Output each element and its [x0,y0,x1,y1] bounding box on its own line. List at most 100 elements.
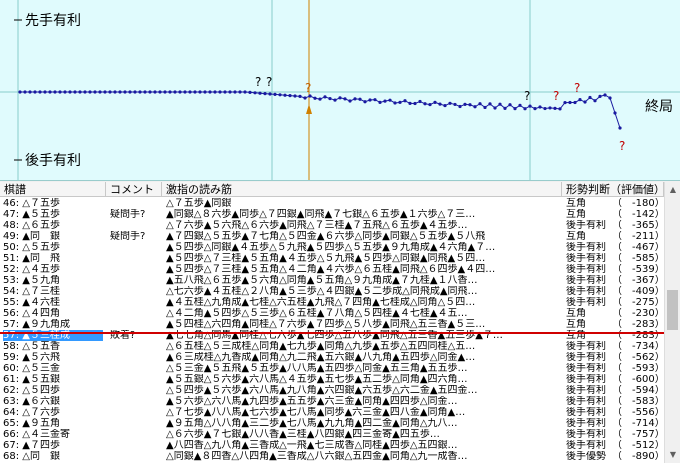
evaluation-graph[interactable]: ??????? 先手有利 後手有利 終局 [0,0,680,181]
evaluation-point [43,90,47,94]
row-pv: △同銀▲８四香△八四角▲三香成△八六銀△五四金▲同角△九一成香… [166,451,468,462]
scroll-up-icon[interactable]: ▲ [665,182,680,198]
row-judgment: 後手有利 [566,374,606,385]
row-pv: ▲八四香△九八角▲三香成△一飛▲七三成香△同桂▲四歩△五四銀… [166,440,458,451]
row-judgment: 後手優勢 [566,451,606,462]
row-value: （ -734） [612,341,660,352]
row-value: （ -275） [612,297,660,308]
table-row[interactable]: 63: ▲６六銀 ▲５六歩△六八馬▲九四歩▲五五歩▲六三金▲同角▲四四歩△同金… 後… [0,396,664,407]
evaluation-point [243,90,247,94]
row-judgment: 後手有利 [566,396,606,407]
evaluation-point [303,96,307,100]
row-pv: ▲５四桂△六四角▲同桂△７六歩▲７四歩△５八歩▲同飛△五三香▲５三… [166,319,486,330]
row-value: （ -714） [612,418,660,429]
row-kifu: 54: △７三桂 [3,286,60,297]
row-pv: △６六歩▲７七銀▲八八香▲三桂▲八四銀▲四三金寄▲四五歩… [166,429,440,440]
vertical-scrollbar[interactable]: ▲ ▼ [664,182,680,463]
evaluation-point [33,90,37,94]
column-header-judgment[interactable]: 形勢判断（評価値） [562,182,664,197]
table-row[interactable]: 57: ▲９九角成 ▲５四桂△六四角▲同桂△７六歩▲７四歩△５八歩▲同飛△五三香▲… [0,319,664,330]
row-pv: △５四歩▲５六歩▲六八馬▲九八角▲六四銀▲六五歩△六二金▲五四金… [166,385,478,396]
row-value: （ -556） [612,407,660,418]
row-kifu: 62: △５四歩 [3,385,60,396]
evaluation-point [598,94,602,98]
evaluation-point [353,97,357,101]
evaluation-point [438,102,442,106]
row-pv: ▲５四歩△同銀▲４五歩△５九飛▲５四歩△５五歩▲９九角成▲４六角▲７… [166,242,496,253]
evaluation-point [363,100,367,104]
table-row[interactable]: 66: △４三金寄 △６六歩▲７七銀▲八八香▲三桂▲八四銀▲四三金寄▲四五歩… 後手… [0,429,664,440]
scroll-thumb[interactable] [667,290,678,330]
column-header-pv[interactable]: 激指の読み筋 [162,182,562,197]
table-row[interactable]: 55: ▲４六桂 ▲４五桂△九角成▲七桂△六五桂▲九飛△７四角▲七桂成△同角△５四… [0,297,664,308]
table-row[interactable]: 52: △４五歩 ▲５四歩△７三桂▲５五角△４二角▲４六歩△６五桂▲同飛△６四歩▲… [0,264,664,275]
evaluation-point [58,90,62,94]
row-kifu: 58: △５五香 [3,341,60,352]
evaluation-point [278,93,282,97]
row-pv: ▲６三成桂△九香成▲同角△九二飛▲五六銀▲八九角▲五四歩△同金▲… [166,352,476,363]
table-row[interactable]: 48: △６五歩 △７六歩▲５六飛△６六歩▲同飛△７三桂▲７五飛△６五歩▲４五歩…… [0,220,664,231]
table-row[interactable]: 54: △７三桂 △七六歩▲４五桂△２八角▲５三歩△４四銀▲５二歩成△同飛成▲同飛… [0,286,664,297]
evaluation-point [123,90,127,94]
evaluation-point [273,92,277,96]
table-row[interactable]: 49: ▲同 銀 疑問手? ▲７四銀△５五歩▲７七角△５四金▲６六歩△同歩▲同銀△５… [0,231,664,242]
row-kifu: 50: △５五歩 [3,242,60,253]
evaluation-point [198,90,202,94]
table-row[interactable]: 67: ▲７四歩 ▲八四香△九八角▲三香成△一飛▲七三成香△同桂▲四歩△五四銀… 後… [0,440,664,451]
analysis-table[interactable]: 棋譜 コメント 激指の読み筋 形勢判断（評価値） 46: △７五歩 △７五歩▲同銀… [0,182,664,463]
row-pv: ▲９五角△八八角▲三二歩▲七八馬▲九九角▲四二金▲同角△九八… [166,418,458,429]
table-row[interactable]: 47: ▲５五歩 疑問手? ▲同銀△８六歩▲同歩△７四銀▲同飛▲７七銀△６五歩▲１六… [0,209,664,220]
table-row[interactable]: 64: △７六歩 △７七歩▲八八馬▲七六歩▲七八馬▲同歩▲六三金▲四八金▲同角▲…… [0,407,664,418]
evaluation-point [603,93,607,97]
evaluation-point [468,103,472,107]
table-row[interactable]: 60: △５三金 △５三金▲５五飛▲５五歩▲八八馬▲五四歩△同金▲五三角▲五五歩…… [0,363,664,374]
table-row[interactable]: 59: ▲５六飛 ▲６三成桂△九香成▲同角△九二飛▲五六銀▲八九角▲五四歩△同金▲… [0,352,664,363]
evaluation-graph-plot[interactable]: ??????? [0,0,680,180]
evaluation-point [313,96,317,100]
row-judgment: 後手有利 [566,297,606,308]
row-value: （ -180） [612,198,660,209]
column-header-comment[interactable]: コメント [106,182,162,197]
evaluation-point [533,107,537,111]
row-judgment: 互角 [566,198,586,209]
table-row[interactable]: 65: ▲９五角 ▲９五角△八八角▲三二歩▲七八馬▲九九角▲四二金▲同角△九八… 後… [0,418,664,429]
table-row[interactable]: 68: △同 銀 △同銀▲８四香△八四角▲三香成△八六銀△五四金▲同角△九一成香…… [0,451,664,462]
row-pv: △七六歩▲４五桂△２八角▲５三歩△４四銀▲５二歩成△同飛成▲同飛… [166,286,478,297]
evaluation-point [208,90,212,94]
evaluation-point [188,90,192,94]
evaluation-point [538,105,542,109]
table-row[interactable]: 50: △５五歩 ▲５四歩△同銀▲４五歩△５九飛▲５四歩△５五歩▲９九角成▲４六角… [0,242,664,253]
evaluation-point [68,90,72,94]
scroll-down-icon[interactable]: ▼ [665,447,680,463]
evaluation-point [173,90,177,94]
row-kifu: 57: ▲９九角成 [3,319,70,330]
evaluation-point [498,102,502,106]
table-row[interactable]: 61: ▲５五銀 ▲５五銀△５六歩▲六八馬△４五歩▲五七歩▲五二歩△同角▲四六角…… [0,374,664,385]
row-kifu: 47: ▲５五歩 [3,209,60,220]
table-row[interactable]: 62: △５四歩 △５四歩▲５六歩▲六八馬▲九八角▲六四銀▲六五歩△六二金▲五四金… [0,385,664,396]
table-row[interactable]: 51: ▲同 飛 ▲５四歩△７三桂▲５五角▲４五歩△５九飛▲５四歩△同銀▲同飛▲５… [0,253,664,264]
graph-cursor-marker [306,104,312,114]
evaluation-point [568,100,572,105]
row-pv: ▲五八飛△６五歩▲５六角△同角▲５五角△９九角成▲７九桂▲１八香… [166,275,478,286]
sente-advantage-label: 先手有利 [25,13,81,29]
evaluation-point [443,103,447,108]
row-value: （ -367） [612,275,660,286]
evaluation-point [73,90,77,94]
evaluation-point [343,97,347,101]
row-pv: △６五桂△５三成桂△同角▲七九歩▲同角△九歩▲五歩△五四同桂△五… [166,341,476,352]
row-pv: △７六歩▲５六飛△６六歩▲同飛△７三桂▲７五飛△６五歩▲４五歩… [166,220,468,231]
table-row[interactable]: 53: ▲５九角 ▲五八飛△６五歩▲５六角△同角▲５五角△９九角成▲７九桂▲１八香… [0,275,664,286]
evaluation-point [463,102,467,106]
column-header-kifu[interactable]: 棋譜 [0,182,106,197]
table-row[interactable]: 56: △４四角 △４二角▲５四歩△５三歩△６五桂▲７八角△５四桂▲４七桂▲４五…… [0,308,664,319]
row-value: （ -593） [612,363,660,374]
evaluation-point [378,100,382,104]
table-row[interactable]: 46: △７五歩 △７五歩▲同銀 互角 （ -180） [0,198,664,209]
evaluation-point [338,96,342,100]
table-row[interactable]: 58: △５五香 △６五桂△５三成桂△同角▲七九歩▲同角△九歩▲五歩△五四同桂△五… [0,341,664,352]
evaluation-point [618,126,622,130]
evaluation-point [323,95,327,99]
row-pv: ▲５五銀△５六歩▲六八馬△４五歩▲五七歩▲五二歩△同角▲四六角… [166,374,468,385]
row-judgment: 互角 [566,319,586,330]
